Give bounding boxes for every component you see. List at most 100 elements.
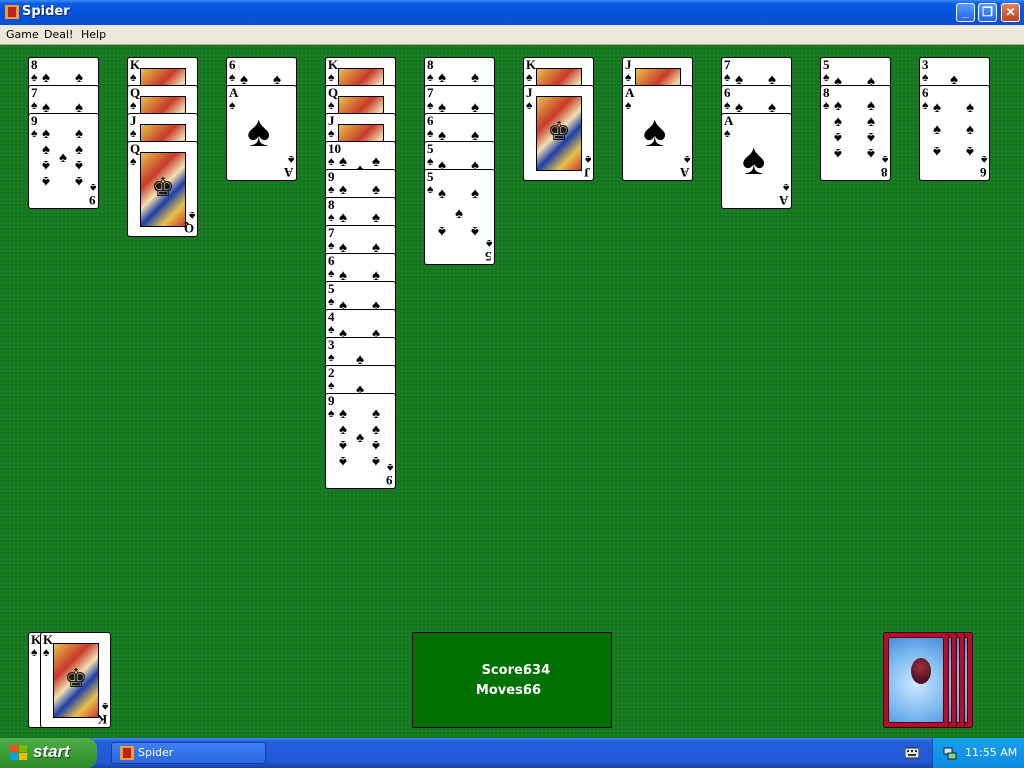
spade-pip-icon: ♠ [372,153,380,170]
spade-icon: ♠ [922,70,929,84]
spade-icon: ♠ [328,406,335,420]
spade-pip-icon: ♠ [42,141,50,158]
spade-icon: ♠ [31,98,38,112]
spade-pip-icon: ♠ [75,69,83,86]
spade-pip-icon: ♠ [339,209,347,226]
card-table[interactable]: Score: 634 Moves: 66 8♠♠♠♠♠♠♠♠♠♠87♠♠♠♠♠♠… [0,45,1024,738]
system-tray: 11:55 AM [932,738,1024,768]
spade-icon: ♠ [328,350,335,364]
court-figure: ♚ [140,152,186,227]
playing-card[interactable]: A ♠ ♠ ♠ A [721,113,792,209]
start-button[interactable]: start [0,738,97,768]
spade-icon: ♠ [724,126,731,140]
spider-app-icon [5,5,19,19]
spade-icon: ♠ [328,182,335,196]
playing-card[interactable]: 9♠♠♠♠♠♠♠♠♠♠♠9 [325,393,396,489]
spade-pip-icon: ♠ [867,97,875,114]
card-rank-corner: 6 [979,165,987,180]
spade-icon: ♠ [328,294,335,308]
card-rank-corner: A [283,165,293,180]
spade-icon: ♠ [724,98,731,112]
spade-icon: ♠ [724,70,731,84]
spade-pip-icon: ♠ [75,125,83,142]
spade-pip-icon: ♠ [966,121,974,138]
network-icon[interactable] [943,746,957,760]
playing-card[interactable]: A ♠ ♠ ♠ A [226,85,297,181]
menu-deal[interactable]: Deal! [44,28,73,41]
playing-card[interactable]: A ♠ ♠ ♠ A [622,85,693,181]
spider-app-icon [120,746,134,760]
stock-pile[interactable] [883,632,949,728]
taskbar: start Spider 11:55 AM [0,738,1024,768]
spade-icon: ♠ [526,70,533,84]
spade-icon: ♠ [328,126,335,140]
taskbar-item-label: Spider [138,746,174,759]
spade-pip-icon: ♠ [933,143,941,160]
spade-icon: ♠ [526,98,533,112]
playing-card[interactable]: 8♠♠♠♠♠♠♠♠♠♠8 [820,85,891,181]
windows-logo-icon [10,745,27,760]
close-button[interactable]: ✕ [1001,3,1020,22]
score-panel: Score: 634 Moves: 66 [412,632,612,728]
spade-icon: ♠ [823,98,830,112]
spade-pip-icon: ♠ [372,453,380,470]
court-symbol: ♚ [64,664,88,694]
spade-icon: ♠ [328,70,335,84]
playing-card[interactable]: J♠♚♠J [523,85,594,181]
start-label: start [33,742,70,761]
card-rank-corner: 9 [385,473,393,488]
menu-game[interactable]: Game [6,28,39,41]
restore-button[interactable]: ❐ [978,3,997,22]
playing-card[interactable]: K♠♚♠K [40,632,111,728]
spade-icon: ♠ [31,126,38,140]
card-rank-corner: 9 [88,193,96,208]
title-bar[interactable]: Spider _ ❐ ✕ [0,0,1024,25]
spade-pip-icon: ♠ [339,437,347,454]
spade-icon: ♠ [328,98,335,112]
spade-icon: ♠ [328,322,335,336]
score-label: Score: [481,663,528,678]
spade-icon: ♠ [328,378,335,392]
spade-icon: ♠ [31,70,38,84]
moves-label: Moves: [475,683,528,698]
taskbar-item-spider[interactable]: Spider [111,742,266,764]
spade-pip-icon: ♠ [933,121,941,138]
playing-card[interactable]: Q♠♚♠Q [127,141,198,237]
spade-icon: ♠ [130,70,137,84]
spade-pip-icon: ♠ [339,181,347,198]
spade-pip-icon: ♠ [372,437,380,454]
score-value: 634 [523,663,551,678]
spade-pip-icon: ♠ [42,125,50,142]
spade-icon: ♠ [427,98,434,112]
court-symbol: ♚ [547,117,571,147]
card-rank-corner: J [583,165,591,180]
spade-icon: ♠ [625,98,632,112]
spade-pip-icon: ♠ [438,185,446,202]
menu-help[interactable]: Help [81,28,106,41]
playing-card[interactable]: 9♠♠♠♠♠♠♠♠♠♠♠9 [28,113,99,209]
spade-pip-icon: ♠ [455,205,463,222]
restore-icon: ❐ [982,5,993,19]
spade-pip-icon: ♠ [867,129,875,146]
spade-pip-icon: ♠ [339,421,347,438]
spade-pip-icon: ♠ [834,113,842,130]
card-rank-corner: Q [183,221,194,236]
spade-icon: ♠ [427,182,434,196]
spider-icon [911,658,931,684]
keyboard-icon[interactable] [905,747,919,759]
spade-pip-icon: ♠ [438,223,446,240]
card-rank-corner: A [778,193,788,208]
minimize-button[interactable]: _ [956,3,975,22]
playing-card[interactable]: 5♠♠♠♠♠♠♠5 [424,169,495,265]
spade-icon: ♠ [229,70,236,84]
playing-card[interactable]: 6♠♠♠♠♠♠♠♠6 [919,85,990,181]
spade-icon: ♠ [328,266,335,280]
spade-icon: ♠ [328,210,335,224]
spade-pip-icon: ♠ [834,145,842,162]
spade-pip-icon: ♠ [372,181,380,198]
court-symbol: ♚ [151,173,175,203]
spade-pip-icon: ♠ [75,173,83,190]
spade-ace-icon: ♠ [247,107,271,156]
spade-icon: ♠ [130,98,137,112]
court-figure: ♚ [53,643,99,718]
